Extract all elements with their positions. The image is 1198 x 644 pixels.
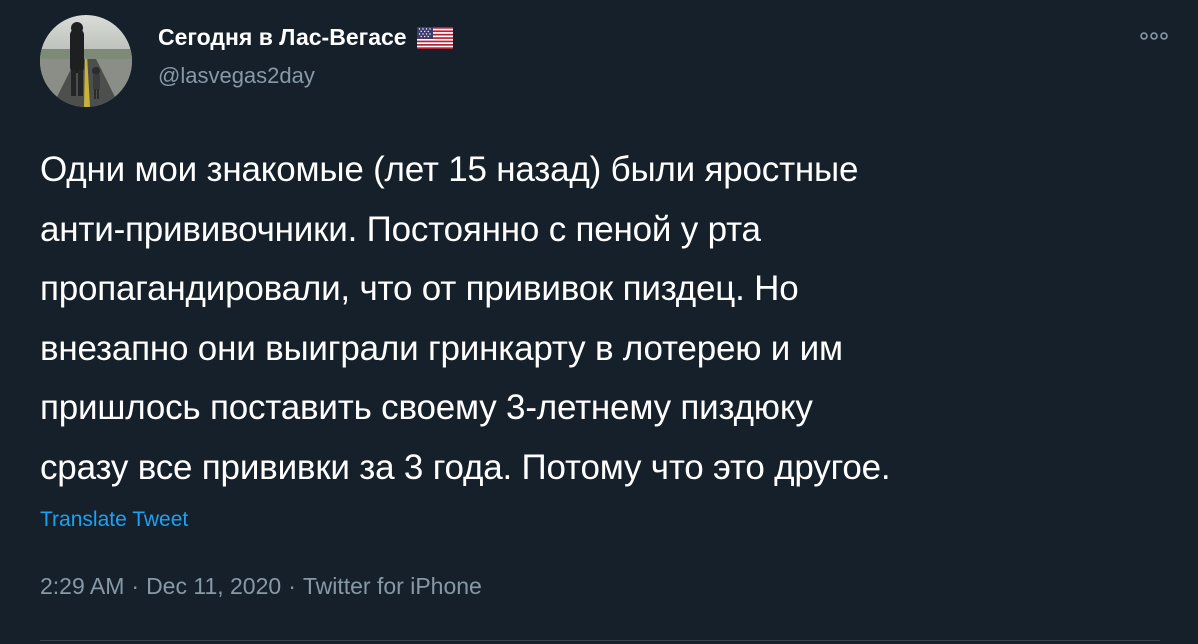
tweet-text: Одни мои знакомые (лет 15 назад) были яр… <box>40 150 891 487</box>
meta-separator: · <box>288 573 296 599</box>
tweet-source[interactable]: Twitter for iPhone <box>303 573 482 600</box>
translate-tweet-link[interactable]: Translate Tweet <box>40 508 188 532</box>
divider <box>40 640 1160 641</box>
tweet-time[interactable]: 2:29 AM <box>40 573 124 600</box>
more-options-button[interactable] <box>1136 24 1172 48</box>
avatar[interactable] <box>40 15 132 107</box>
tweet-card: Сегодня в Лас-Вегасе @lasvegas2day Одни … <box>0 0 1198 644</box>
meta-separator: · <box>131 573 140 599</box>
us-flag-icon <box>416 26 453 49</box>
tweet-metadata: 2:29 AM · Dec 11, 2020 · Twitter for iPhone <box>40 573 482 600</box>
more-options-icon <box>1140 32 1168 40</box>
avatar-photo <box>40 15 132 107</box>
author-handle[interactable]: @lasvegas2day <box>158 63 315 89</box>
tweet-date[interactable]: Dec 11, 2020 <box>146 573 281 600</box>
author-name-text: Сегодня в Лас-Вегасе <box>158 24 407 50</box>
author-display-name[interactable]: Сегодня в Лас-Вегасе <box>158 24 453 51</box>
